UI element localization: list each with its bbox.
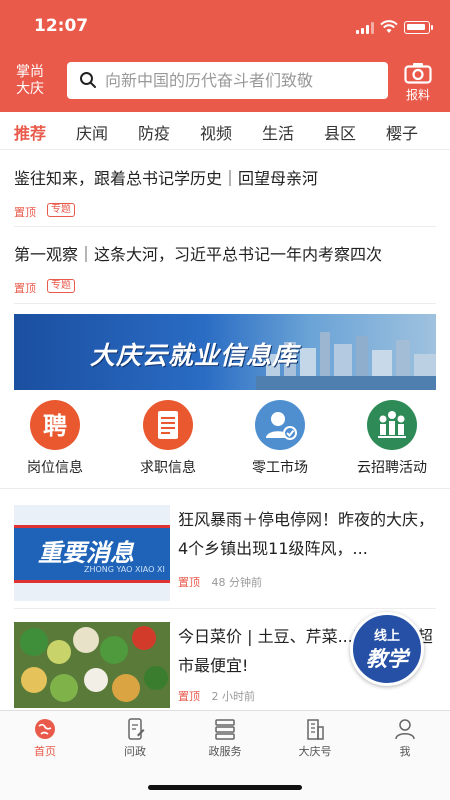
online-teaching-button[interactable]: 线上 教学 — [350, 612, 424, 686]
nav-label: 政服务 — [208, 745, 242, 758]
service-grid: 聘 岗位信息 求职信息 零工市场 云招聘活动 — [0, 400, 450, 480]
edu-line-1: 线上 — [373, 629, 400, 644]
search-icon — [80, 72, 96, 88]
signal-icon — [356, 22, 374, 34]
news-time: 48 分钟前 — [211, 576, 263, 589]
search-box[interactable] — [67, 62, 388, 99]
tab-epidemic[interactable]: 防疫 — [138, 120, 170, 144]
service-job-info[interactable]: 聘 岗位信息 — [5, 400, 105, 477]
topic-badge: 专题 — [47, 203, 75, 217]
worker-icon — [255, 400, 305, 450]
server-icon — [215, 719, 235, 740]
status-time: 12:07 — [34, 16, 89, 36]
topic-badge: 专题 — [47, 279, 75, 293]
service-label: 云招聘活动 — [357, 460, 427, 476]
nav-daqing-account[interactable]: 大庆号 — [280, 717, 350, 759]
logo-line-1: 掌尚 — [16, 64, 44, 80]
edu-line-2: 教学 — [366, 647, 408, 671]
divider — [14, 303, 436, 304]
hire-icon: 聘 — [30, 400, 80, 450]
employment-banner[interactable]: 大庆云就业信息库 — [14, 314, 436, 390]
thumb-title: 重要消息 — [38, 539, 134, 567]
service-label: 求职信息 — [140, 460, 196, 476]
pinned-tag: 置顶 — [14, 282, 36, 295]
tab-yingzi[interactable]: 樱子 — [386, 120, 418, 144]
nav-inquiry[interactable]: 问政 — [100, 717, 170, 759]
search-input[interactable] — [105, 68, 380, 92]
tab-recommend[interactable]: 推荐 — [14, 120, 46, 144]
tab-video[interactable]: 视频 — [200, 120, 232, 144]
news-title: 狂风暴雨＋停电停网！昨夜的大庆，4个乡镇出现11级阵风，... — [178, 510, 435, 558]
news-title: 第一观察｜这条大河，习近平总书记一年内考察四次 — [14, 245, 383, 264]
pinned-tag: 置顶 — [178, 690, 200, 703]
news-item[interactable]: 第一观察｜这条大河，习近平总书记一年内考察四次 置顶 专题 — [14, 244, 436, 298]
news-title: 鉴往知来，跟着总书记学历史｜回望母亲河 — [14, 169, 319, 188]
home-globe-icon — [35, 719, 55, 739]
service-gig-market[interactable]: 零工市场 — [230, 400, 330, 477]
news-item[interactable]: 鉴往知来，跟着总书记学历史｜回望母亲河 置顶 专题 — [14, 168, 436, 222]
phone-edit-icon — [128, 718, 145, 740]
divider — [0, 488, 450, 489]
nav-gov-service[interactable]: 政服务 — [190, 717, 260, 759]
report-button[interactable]: 报料 — [400, 60, 436, 104]
nav-me[interactable]: 我 — [370, 717, 440, 759]
news-thumbnail: 重要消息 ZHONG YAO XIAO XI — [14, 505, 170, 601]
nav-home[interactable]: 首页 — [10, 717, 80, 759]
resume-icon — [143, 400, 193, 450]
divider — [14, 226, 436, 227]
news-meta: 置顶 2 小时前 — [178, 688, 255, 704]
nav-label: 大庆号 — [298, 745, 332, 758]
camera-icon — [404, 63, 432, 84]
svg-text:聘: 聘 — [43, 412, 67, 440]
service-label: 岗位信息 — [27, 460, 83, 476]
service-resume-info[interactable]: 求职信息 — [118, 400, 218, 477]
vegetable-market-image — [14, 622, 170, 708]
group-icon — [367, 400, 417, 450]
home-indicator[interactable] — [148, 785, 302, 790]
battery-icon — [404, 21, 433, 34]
nav-label: 问政 — [124, 745, 146, 758]
tab-news[interactable]: 庆闻 — [76, 120, 108, 144]
news-meta: 置顶 48 分钟前 — [178, 574, 262, 590]
wifi-icon — [380, 20, 398, 33]
service-cloud-recruit[interactable]: 云招聘活动 — [342, 400, 442, 477]
pinned-tag: 置顶 — [14, 206, 36, 219]
report-label: 报料 — [405, 88, 430, 102]
status-bar: 12:07 — [0, 12, 450, 42]
user-icon — [395, 719, 415, 740]
pinned-tag: 置顶 — [178, 576, 200, 589]
tab-county[interactable]: 县区 — [324, 120, 356, 144]
category-tabs: 推荐 庆闻 防疫 视频 生活 县区 樱子 — [0, 112, 450, 150]
app-header: 12:07 掌尚 大庆 报料 — [0, 0, 450, 112]
news-item[interactable]: 重要消息 ZHONG YAO XIAO XI 狂风暴雨＋停电停网！昨夜的大庆，4… — [14, 505, 436, 605]
nav-label: 我 — [399, 745, 411, 758]
tab-life[interactable]: 生活 — [262, 120, 294, 144]
building-icon — [307, 719, 324, 740]
banner-title: 大庆云就业信息库 — [90, 341, 299, 370]
service-label: 零工市场 — [252, 460, 308, 476]
logo-line-2: 大庆 — [16, 81, 44, 97]
divider — [14, 608, 436, 609]
news-time: 2 小时前 — [211, 690, 256, 703]
nav-label: 首页 — [34, 745, 56, 758]
thumb-subtitle: ZHONG YAO XIAO XI — [84, 565, 165, 574]
app-logo[interactable]: 掌尚 大庆 — [12, 64, 48, 98]
